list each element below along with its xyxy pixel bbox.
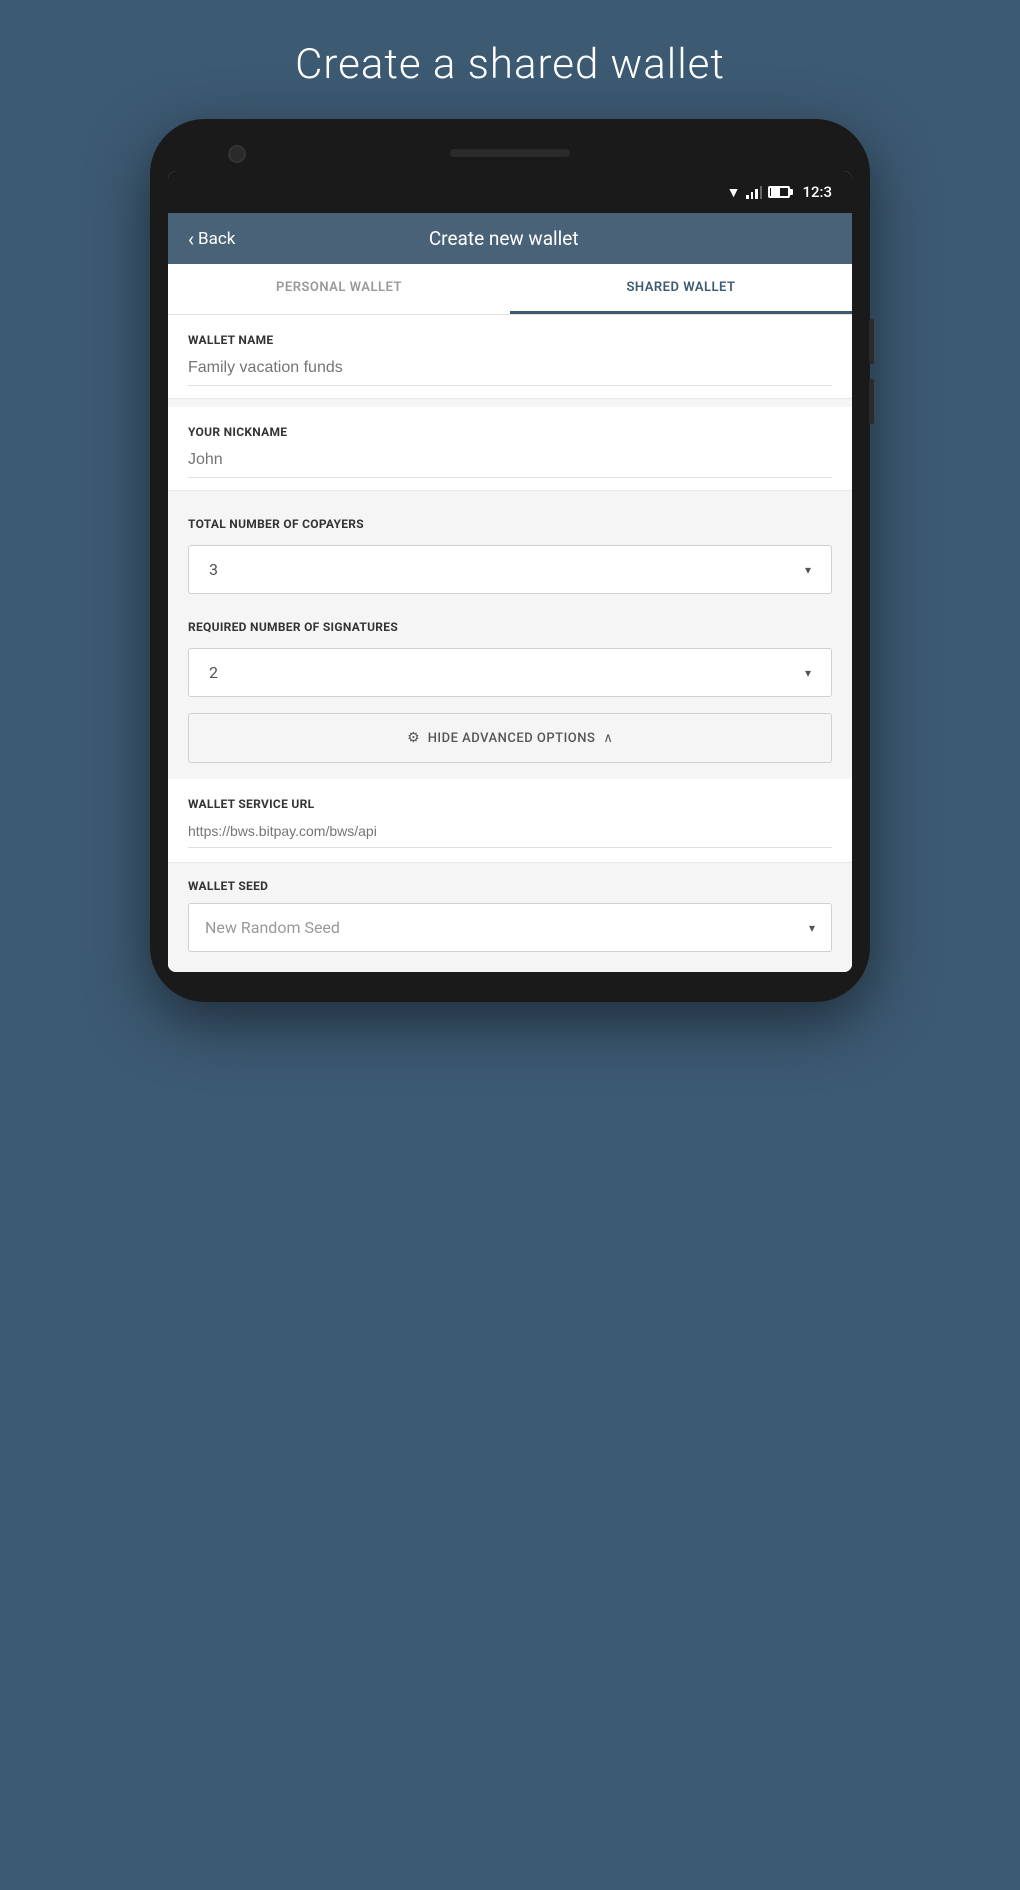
phone-screen: ▼ 12:3 ‹ Back Create new w xyxy=(168,171,852,972)
phone-camera xyxy=(228,145,246,163)
form-section: WALLET NAME YOUR NICKNAME TOTAL NUMBER O… xyxy=(168,315,852,972)
copayers-label: TOTAL NUMBER OF COPAYERS xyxy=(188,517,832,531)
wallet-seed-value: New Random Seed xyxy=(205,918,340,937)
tabs-bar: PERSONAL WALLET SHARED WALLET xyxy=(168,264,852,315)
signatures-dropdown-arrow-icon: ▾ xyxy=(805,666,811,680)
wallet-name-label: WALLET NAME xyxy=(188,333,832,347)
signatures-label: REQUIRED NUMBER OF SIGNATURES xyxy=(188,620,832,634)
signatures-value: 2 xyxy=(209,663,218,682)
phone-container: ▼ 12:3 ‹ Back Create new w xyxy=(150,119,870,1002)
volume-down-button[interactable] xyxy=(869,379,874,424)
advanced-btn-label: HIDE ADVANCED OPTIONS xyxy=(428,731,596,746)
battery-icon xyxy=(768,186,790,198)
gear-icon: ⚙ xyxy=(407,730,420,746)
wallet-seed-dropdown-arrow-icon: ▾ xyxy=(809,921,815,935)
back-label: Back xyxy=(198,229,235,249)
wallet-seed-section: WALLET SEED New Random Seed ▾ xyxy=(168,863,852,972)
wallet-seed-dropdown[interactable]: New Random Seed ▾ xyxy=(188,903,832,952)
back-button[interactable]: ‹ Back xyxy=(188,229,235,249)
copayers-section: TOTAL NUMBER OF COPAYERS xyxy=(168,499,852,545)
page-title: Create a shared wallet xyxy=(295,40,725,89)
tab-shared-wallet[interactable]: SHARED WALLET xyxy=(510,264,852,314)
copayers-value: 3 xyxy=(209,560,218,579)
phone-top-bar xyxy=(168,137,852,171)
signal-icon xyxy=(746,186,762,199)
signatures-section: REQUIRED NUMBER OF SIGNATURES xyxy=(168,602,852,648)
signatures-dropdown[interactable]: 2 ▾ xyxy=(188,648,832,697)
chevron-up-icon: ∧ xyxy=(603,731,613,746)
tab-personal-wallet[interactable]: PERSONAL WALLET xyxy=(168,264,510,314)
status-time: 12:3 xyxy=(802,183,832,201)
wallet-service-section: WALLET SERVICE URL xyxy=(168,779,852,863)
hide-advanced-options-button[interactable]: ⚙ HIDE ADVANCED OPTIONS ∧ xyxy=(188,713,832,763)
phone-speaker xyxy=(450,149,570,157)
copayers-dropdown-arrow-icon: ▾ xyxy=(805,563,811,577)
wallet-service-label: WALLET SERVICE URL xyxy=(188,797,832,811)
nickname-input[interactable] xyxy=(188,447,832,478)
app-header: ‹ Back Create new wallet xyxy=(168,213,852,264)
status-icons: ▼ xyxy=(727,184,791,201)
header-title: Create new wallet xyxy=(235,227,772,250)
wallet-name-field: WALLET NAME xyxy=(168,315,852,399)
status-bar: ▼ 12:3 xyxy=(168,171,852,213)
nickname-field: YOUR NICKNAME xyxy=(168,407,852,491)
wifi-icon: ▼ xyxy=(727,184,741,201)
volume-up-button[interactable] xyxy=(869,319,874,364)
wallet-seed-label: WALLET SEED xyxy=(188,879,832,893)
back-arrow-icon: ‹ xyxy=(188,229,194,249)
copayers-dropdown[interactable]: 3 ▾ xyxy=(188,545,832,594)
wallet-name-input[interactable] xyxy=(188,355,832,386)
wallet-service-input[interactable] xyxy=(188,819,832,848)
nickname-label: YOUR NICKNAME xyxy=(188,425,832,439)
